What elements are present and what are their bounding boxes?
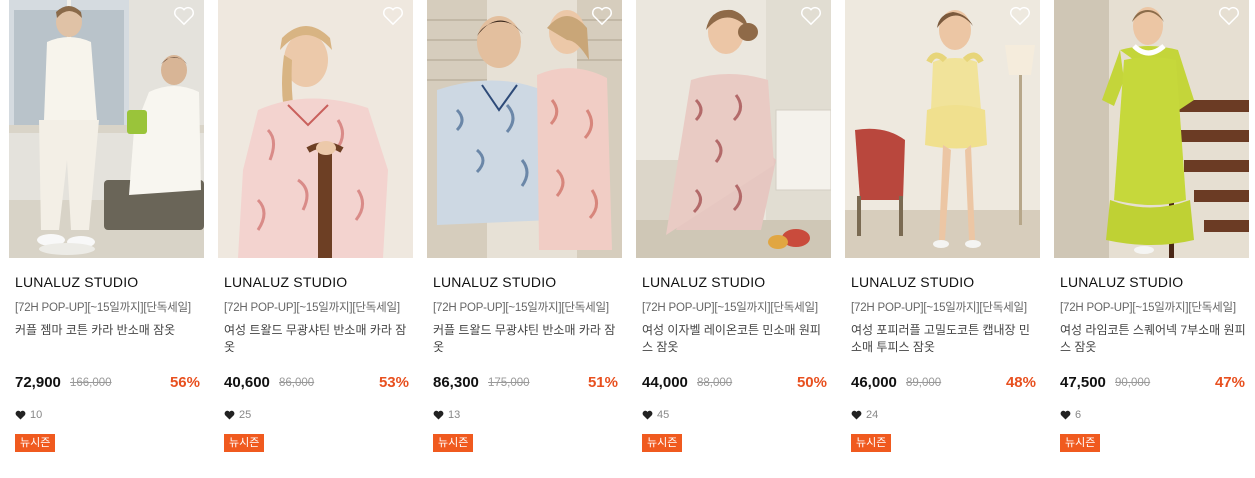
product-card[interactable]: LUNALUZ STUDIO [72H POP-UP][~15일까지][단독세일… xyxy=(845,0,1040,478)
product-card[interactable]: LUNALUZ STUDIO [72H POP-UP][~15일까지][단독세일… xyxy=(1054,0,1249,478)
new-season-badge: 뉴시즌 xyxy=(15,434,56,452)
new-season-badge: 뉴시즌 xyxy=(1060,434,1101,452)
product-photo xyxy=(1054,0,1249,258)
original-price: 86,000 xyxy=(279,377,315,389)
new-season-badge: 뉴시즌 xyxy=(851,434,892,452)
sale-price: 46,000 xyxy=(851,374,897,391)
promo-tags: [72H POP-UP][~15일까지][단독세일] xyxy=(224,302,400,314)
product-card[interactable]: LUNALUZ STUDIO [72H POP-UP][~15일까지][단독세일… xyxy=(636,0,831,478)
like-count: 13 xyxy=(433,409,460,421)
product-name[interactable]: 여성 포피러플 고밀도코튼 캡내장 민소매 투피스 잠옷 xyxy=(851,322,1037,356)
sale-price: 44,000 xyxy=(642,374,688,391)
promo-tags: [72H POP-UP][~15일까지][단독세일] xyxy=(15,302,191,314)
wishlist-heart-icon[interactable] xyxy=(382,6,404,26)
product-image[interactable] xyxy=(1054,0,1249,258)
product-photo xyxy=(9,0,204,258)
product-name[interactable]: 여성 트왈드 무광샤틴 반소매 카라 잠옷 xyxy=(224,322,410,356)
product-name[interactable]: 커플 트왈드 무광샤틴 반소매 카라 잠옷 xyxy=(433,322,619,356)
product-card[interactable]: LUNALUZ STUDIO [72H POP-UP][~15일까지][단독세일… xyxy=(9,0,204,478)
promo-tags: [72H POP-UP][~15일까지][단독세일] xyxy=(433,302,609,314)
product-image[interactable] xyxy=(427,0,622,258)
like-count-value: 24 xyxy=(866,409,879,421)
discount-rate: 56% xyxy=(169,374,200,391)
new-season-badge: 뉴시즌 xyxy=(642,434,683,452)
wishlist-heart-icon[interactable] xyxy=(1009,6,1031,26)
product-photo xyxy=(636,0,831,258)
discount-rate: 51% xyxy=(587,374,618,391)
product-card[interactable]: LUNALUZ STUDIO [72H POP-UP][~15일까지][단독세일… xyxy=(427,0,622,478)
like-count-value: 10 xyxy=(30,409,43,421)
like-count: 24 xyxy=(851,409,878,421)
product-grid: LUNALUZ STUDIO [72H POP-UP][~15일까지][단독세일… xyxy=(0,0,1255,478)
product-name[interactable]: 여성 라임코튼 스퀘어넥 7부소매 원피스 잠옷 xyxy=(1060,322,1246,356)
product-image[interactable] xyxy=(218,0,413,258)
brand-name[interactable]: LUNALUZ STUDIO xyxy=(15,274,138,290)
product-card[interactable]: LUNALUZ STUDIO [72H POP-UP][~15일까지][단독세일… xyxy=(218,0,413,478)
heart-filled-icon xyxy=(1060,410,1071,420)
sale-price: 40,600 xyxy=(224,374,270,391)
heart-filled-icon xyxy=(433,410,444,420)
discount-rate: 47% xyxy=(1214,374,1245,391)
like-count-value: 13 xyxy=(448,409,461,421)
heart-filled-icon xyxy=(224,410,235,420)
brand-name[interactable]: LUNALUZ STUDIO xyxy=(642,274,765,290)
promo-tags: [72H POP-UP][~15일까지][단독세일] xyxy=(1060,302,1236,314)
sale-price: 86,300 xyxy=(433,374,479,391)
discount-rate: 48% xyxy=(1005,374,1036,391)
like-count: 45 xyxy=(642,409,669,421)
like-count: 10 xyxy=(15,409,42,421)
original-price: 175,000 xyxy=(488,377,530,389)
like-count: 25 xyxy=(224,409,251,421)
product-photo xyxy=(845,0,1040,258)
wishlist-heart-icon[interactable] xyxy=(1218,6,1240,26)
brand-name[interactable]: LUNALUZ STUDIO xyxy=(1060,274,1183,290)
like-count-value: 45 xyxy=(657,409,670,421)
wishlist-heart-icon[interactable] xyxy=(800,6,822,26)
product-photo xyxy=(218,0,413,258)
like-count: 6 xyxy=(1060,409,1081,421)
discount-rate: 50% xyxy=(796,374,827,391)
like-count-value: 25 xyxy=(239,409,252,421)
original-price: 90,000 xyxy=(1115,377,1151,389)
product-image[interactable] xyxy=(845,0,1040,258)
sale-price: 47,500 xyxy=(1060,374,1106,391)
product-image[interactable] xyxy=(636,0,831,258)
wishlist-heart-icon[interactable] xyxy=(591,6,613,26)
new-season-badge: 뉴시즌 xyxy=(224,434,265,452)
product-name[interactable]: 여성 이자벨 레이온코튼 민소매 원피스 잠옷 xyxy=(642,322,828,356)
brand-name[interactable]: LUNALUZ STUDIO xyxy=(433,274,556,290)
like-count-value: 6 xyxy=(1075,409,1082,421)
new-season-badge: 뉴시즌 xyxy=(433,434,474,452)
heart-filled-icon xyxy=(642,410,653,420)
original-price: 166,000 xyxy=(70,377,112,389)
original-price: 88,000 xyxy=(697,377,733,389)
promo-tags: [72H POP-UP][~15일까지][단독세일] xyxy=(851,302,1027,314)
wishlist-heart-icon[interactable] xyxy=(173,6,195,26)
original-price: 89,000 xyxy=(906,377,942,389)
product-image[interactable] xyxy=(9,0,204,258)
heart-filled-icon xyxy=(15,410,26,420)
brand-name[interactable]: LUNALUZ STUDIO xyxy=(224,274,347,290)
promo-tags: [72H POP-UP][~15일까지][단독세일] xyxy=(642,302,818,314)
discount-rate: 53% xyxy=(378,374,409,391)
sale-price: 72,900 xyxy=(15,374,61,391)
product-photo xyxy=(427,0,622,258)
brand-name[interactable]: LUNALUZ STUDIO xyxy=(851,274,974,290)
heart-filled-icon xyxy=(851,410,862,420)
product-name[interactable]: 커플 젬마 코튼 카라 반소매 잠옷 xyxy=(15,322,201,339)
